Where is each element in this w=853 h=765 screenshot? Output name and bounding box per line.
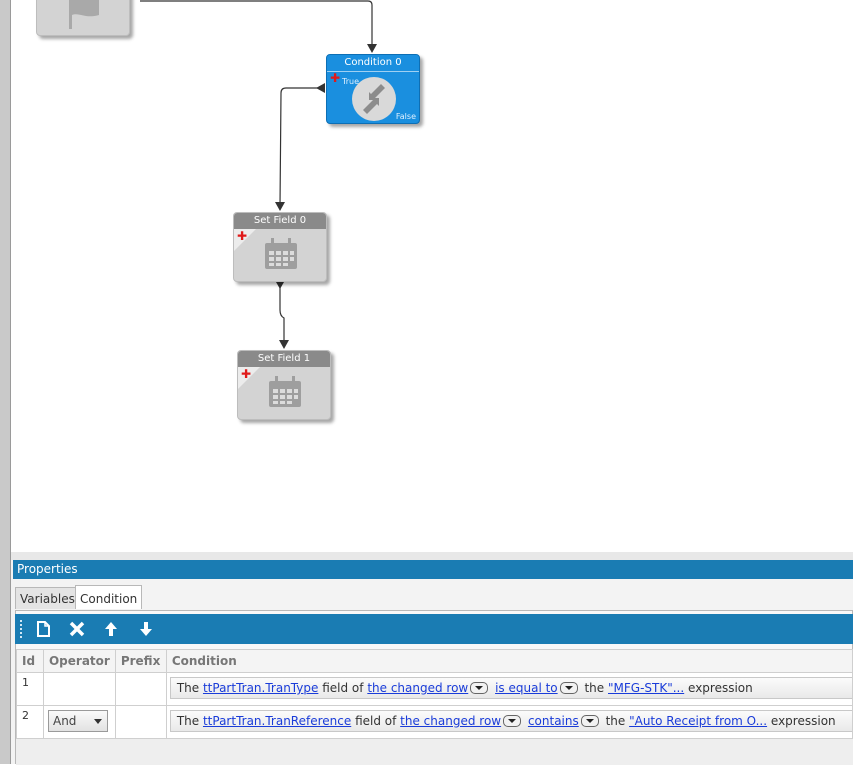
new-icon[interactable] <box>33 619 53 639</box>
workflow-node-set-field-0[interactable]: Set Field 0 ✚ <box>233 212 327 282</box>
operator-cell[interactable] <box>42 672 116 706</box>
value-link[interactable]: "MFG-STK"... <box>608 681 684 695</box>
condition-cell: The ttPartTran.TranReference field of th… <box>165 705 853 739</box>
operator-value: And <box>52 714 77 728</box>
field-link[interactable]: ttPartTran.TranType <box>203 681 318 695</box>
node-title: Condition 0 <box>327 55 419 72</box>
source-link[interactable]: the changed row <box>400 714 501 728</box>
connector-setfield0-to-setfield1 <box>279 284 285 344</box>
node-title: Set Field 0 <box>234 213 326 229</box>
connector-start-to-condition <box>140 0 373 50</box>
cond-text: The <box>176 714 200 728</box>
operator-link[interactable]: contains <box>528 714 579 728</box>
workflow-connectors <box>140 0 377 349</box>
workflow-node-condition-0[interactable]: Condition 0 ✚ True False <box>326 54 420 124</box>
table-row[interactable]: 1 The ttPartTran.TranType field of the c… <box>16 672 853 706</box>
calendar-icon <box>268 376 302 411</box>
dropdown-arrow-icon[interactable] <box>559 682 578 694</box>
column-header-id[interactable]: Id <box>16 649 44 673</box>
prefix-cell[interactable] <box>114 672 167 706</box>
condition-expression: The ttPartTran.TranReference field of th… <box>169 710 852 732</box>
workflow-node-set-field-1[interactable]: Set Field 1 ✚ <box>237 350 331 420</box>
condition-toolbar <box>15 614 853 644</box>
column-header-prefix[interactable]: Prefix <box>114 649 167 673</box>
panel-splitter[interactable] <box>11 552 853 560</box>
delete-icon[interactable] <box>67 619 87 639</box>
column-header-operator[interactable]: Operator <box>42 649 116 673</box>
connector-condition-to-setfield0 <box>279 87 318 207</box>
tab-condition-0[interactable]: Condition 0 <box>75 585 143 632</box>
cond-text: field of <box>322 681 364 695</box>
workflow-node-start[interactable] <box>36 0 130 36</box>
cond-text: the <box>584 681 605 695</box>
condition-cell: The ttPartTran.TranType field of the cha… <box>165 672 853 706</box>
cond-text: field of <box>355 714 397 728</box>
row-id: 2 <box>22 709 29 722</box>
column-header-condition[interactable]: Condition <box>165 649 853 673</box>
properties-panel: Properties Variables Condition 0 Id Oper… <box>11 560 853 765</box>
flag-icon <box>67 0 101 32</box>
prefix-cell[interactable] <box>114 705 167 739</box>
node-title: Set Field 1 <box>238 351 330 367</box>
arrow-down-icon[interactable] <box>136 619 156 639</box>
operator-link[interactable]: is equal to <box>495 681 558 695</box>
dropdown-arrow-icon[interactable] <box>503 715 522 727</box>
value-link[interactable]: "Auto Receipt from O... <box>629 714 767 728</box>
tab-variables[interactable]: Variables <box>15 587 80 609</box>
false-branch-label: False <box>395 112 416 121</box>
toolbar-grip[interactable] <box>20 620 24 638</box>
row-id: 1 <box>22 676 29 689</box>
source-link[interactable]: the changed row <box>367 681 468 695</box>
cond-text: The <box>176 681 200 695</box>
expand-plus-icon[interactable]: ✚ <box>330 72 340 84</box>
row-id-cell: 2 <box>16 705 44 739</box>
conditions-grid: Id Operator Prefix Condition 1 The ttPar… <box>16 649 853 739</box>
grid-empty-area <box>16 738 853 765</box>
dropdown-arrow-icon[interactable] <box>580 715 599 727</box>
diamond-arrows-icon <box>351 76 397 123</box>
operator-cell[interactable]: And <box>42 705 116 739</box>
cond-text: expression <box>688 681 753 695</box>
chevron-down-icon[interactable] <box>93 719 102 724</box>
cond-text: the <box>605 714 626 728</box>
grid-header-row: Id Operator Prefix Condition <box>16 649 853 673</box>
row-id-cell: 1 <box>16 672 44 706</box>
properties-title: Properties <box>13 560 853 579</box>
calendar-icon <box>264 238 298 273</box>
condition-expression: The ttPartTran.TranType field of the cha… <box>169 677 852 699</box>
cond-text: expression <box>770 714 836 728</box>
field-link[interactable]: ttPartTran.TranReference <box>203 714 351 728</box>
dropdown-arrow-icon[interactable] <box>470 682 489 694</box>
expand-plus-icon[interactable]: ✚ <box>241 368 251 380</box>
expand-plus-icon[interactable]: ✚ <box>237 230 247 242</box>
operator-select[interactable]: And <box>47 710 108 732</box>
table-row[interactable]: 2 And The ttPartTran.TranReference field… <box>16 705 853 739</box>
arrow-up-icon[interactable] <box>101 619 121 639</box>
